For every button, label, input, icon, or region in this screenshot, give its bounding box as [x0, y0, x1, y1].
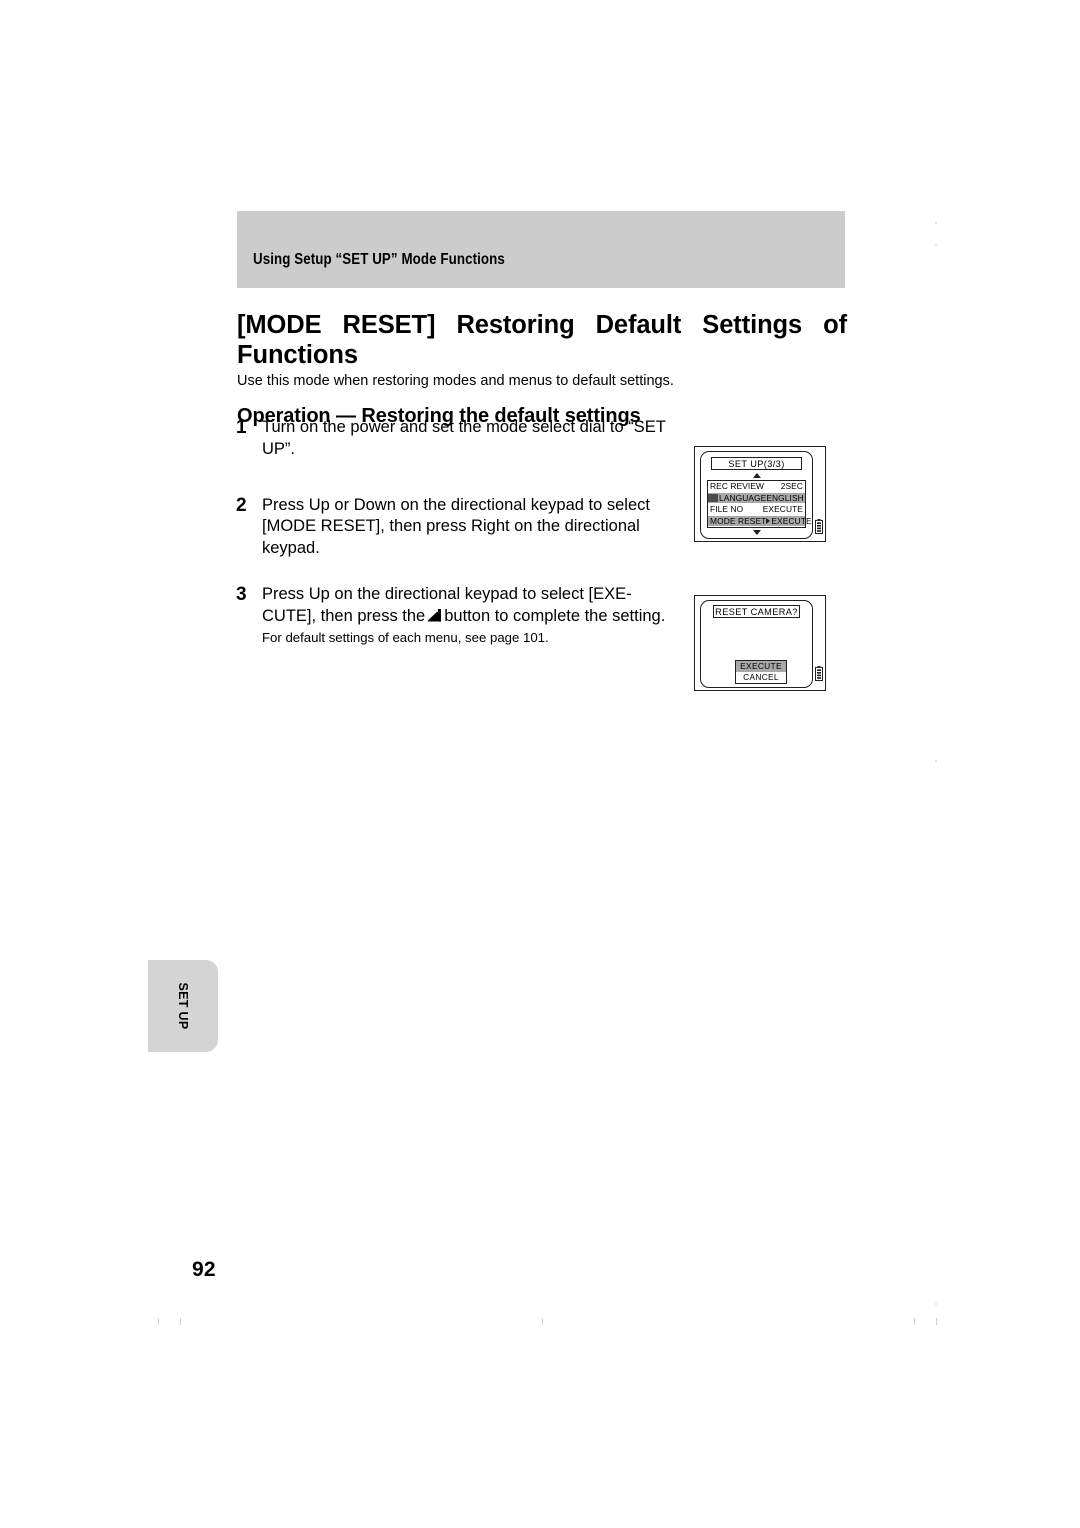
lcd-illustration-reset-confirm: RESET CAMERA? EXECUTE CANCEL — [694, 595, 826, 691]
step-list: 1 Turn on the power and set the mode sel… — [236, 417, 666, 669]
registration-dot — [935, 760, 937, 762]
language-globe-icon — [708, 493, 718, 502]
menu-row-value: EXECUTE — [766, 516, 813, 526]
menu-row-value-text: EXECUTE — [771, 515, 812, 526]
manual-page: Using Setup “SET UP” Mode Functions [MOD… — [0, 0, 1080, 1528]
menu-row-value: EXECUTE — [762, 504, 803, 515]
running-header-label: Using Setup “SET UP” Mode Functions — [253, 251, 505, 268]
choice-cancel[interactable]: CANCEL — [736, 672, 786, 683]
running-header-band: Using Setup “SET UP” Mode Functions — [237, 211, 845, 288]
battery-icon — [815, 666, 823, 681]
step-number: 2 — [236, 494, 247, 516]
registration-dot — [935, 1303, 937, 1305]
step-text: Turn on the power and set the mode selec… — [262, 418, 666, 458]
step-text-after-glyph: button to complete the setting. — [444, 606, 666, 625]
menu-row[interactable]: LANGUAGE ENGLISH — [708, 492, 805, 504]
menu-row-label: REC REVIEW — [710, 481, 765, 492]
registration-mark — [914, 1318, 915, 1325]
step-note: For default settings of each menu, see p… — [262, 630, 549, 646]
page-title: [MODE RESET] Restoring Default Settings … — [237, 311, 847, 370]
menu-row-value: ENGLISH — [766, 492, 804, 503]
step-text: Press Up or Down on the directional keyp… — [262, 495, 650, 558]
battery-icon — [815, 519, 823, 534]
registration-mark — [936, 1318, 937, 1325]
lcd-title-reset-confirm: RESET CAMERA? — [713, 605, 800, 618]
enter-button-icon — [427, 608, 442, 622]
menu-row[interactable]: REC REVIEW 2SEC — [708, 481, 805, 493]
scroll-up-arrow-icon — [753, 473, 761, 478]
choice-execute[interactable]: EXECUTE — [736, 661, 786, 672]
menu-row-selected[interactable]: MODE RESET EXECUTE — [708, 515, 812, 527]
step-item-1: 1 Turn on the power and set the mode sel… — [236, 417, 666, 461]
registration-dot — [935, 244, 937, 246]
side-index-tab: SET UP — [148, 960, 218, 1052]
lcd-title-setup: SET UP(3/3) — [711, 457, 802, 470]
menu-row-label: MODE RESET — [710, 515, 767, 526]
registration-dot — [935, 222, 937, 224]
step-number: 3 — [236, 583, 247, 605]
registration-mark — [180, 1318, 181, 1325]
registration-mark — [158, 1318, 159, 1325]
step-text: Press Up on the directional keypad to se… — [262, 584, 666, 628]
menu-row-label: LANGUAGE — [719, 492, 767, 503]
step-item-2: 2 Press Up or Down on the directional ke… — [236, 495, 666, 560]
page-title-line-1: [MODE RESET] Restoring Default Settings … — [237, 311, 847, 340]
scroll-down-arrow-icon — [753, 530, 761, 535]
step-number: 1 — [236, 417, 247, 438]
intro-paragraph: Use this mode when restoring modes and m… — [237, 372, 674, 389]
page-title-line-2: Functions — [237, 340, 358, 369]
menu-row-value: 2SEC — [780, 481, 803, 492]
menu-row-label: FILE NO — [710, 504, 744, 515]
lcd-illustration-setup-menu: SET UP(3/3) REC REVIEW 2SEC LANGUAGE ENG… — [694, 446, 826, 542]
menu-row[interactable]: FILE NO EXECUTE — [708, 504, 805, 516]
reset-choice-box: EXECUTE CANCEL — [735, 660, 787, 684]
caret-right-icon — [766, 517, 771, 524]
page-number: 92 — [192, 1258, 216, 1281]
side-index-tab-label: SET UP — [176, 982, 190, 1030]
setup-menu-list: REC REVIEW 2SEC LANGUAGE ENGLISH FILE NO… — [707, 480, 812, 528]
step-item-3: 3 Press Up on the directional keypad to … — [236, 584, 666, 647]
registration-mark — [542, 1318, 543, 1325]
